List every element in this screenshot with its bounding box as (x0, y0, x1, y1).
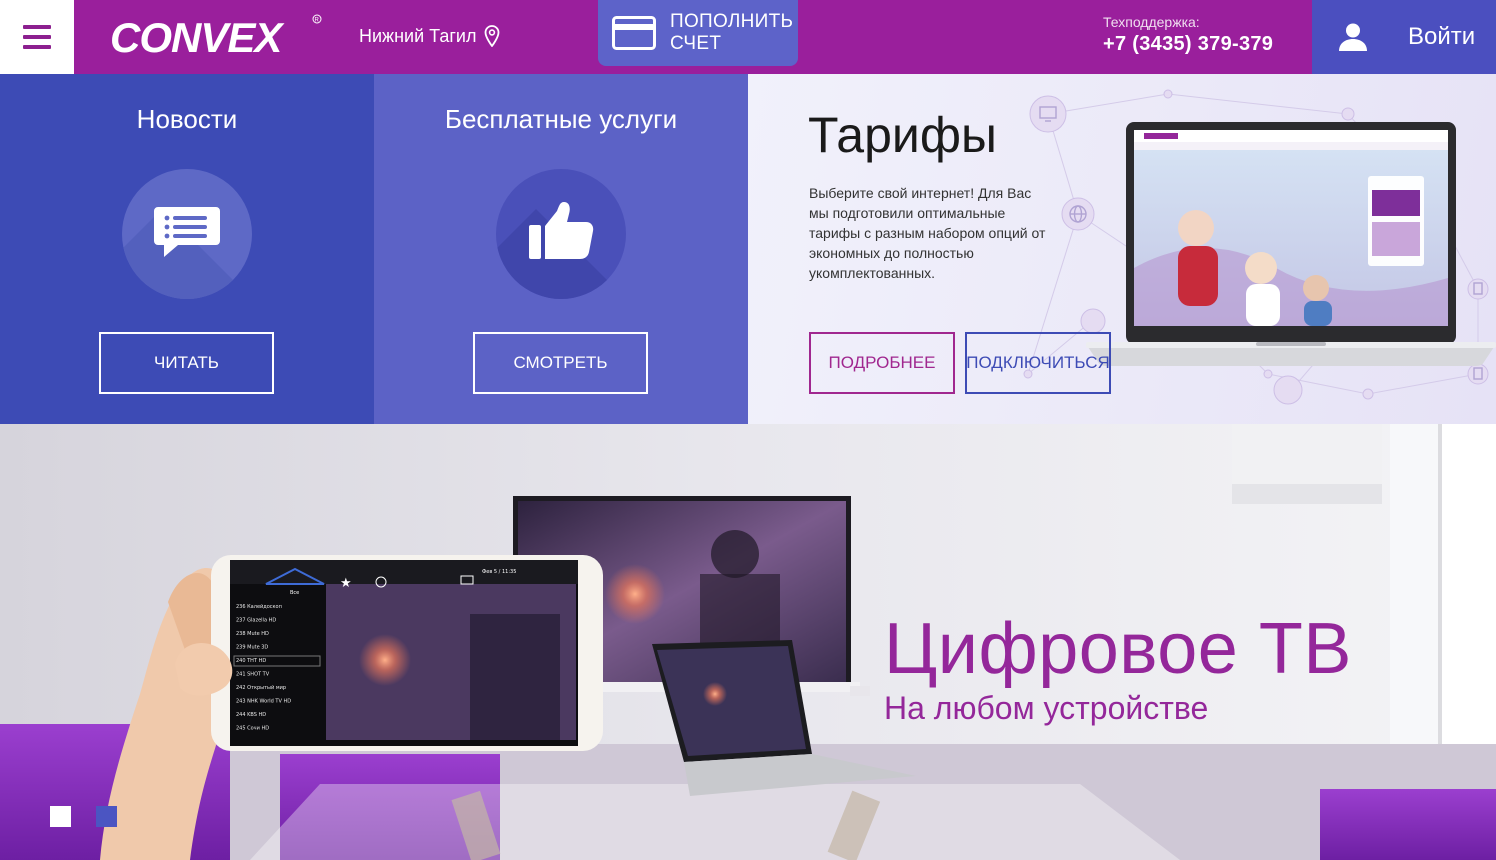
tariffs-panel: Тарифы Выберите свой интернет! Для Вас м… (748, 74, 1496, 424)
city-name: Нижний Тагил (359, 25, 477, 46)
phone-tab-all: Все (290, 590, 299, 596)
tariffs-description: Выберите свой интернет! Для Вас мы подго… (809, 185, 1046, 281)
hero-title: Цифровое ТВ (884, 609, 1352, 689)
credit-card-icon (612, 16, 656, 50)
free-services-panel: Бесплатные услуги СМОТРЕТЬ (374, 74, 748, 424)
phone-channel-item: 236 Калейдоскоп (236, 603, 282, 610)
phone-channel-item: 243 NHK World TV HD (236, 699, 291, 705)
support-phone-link[interactable]: +7 (3435) 379-379 (1103, 33, 1273, 56)
read-news-button[interactable]: ЧИТАТЬ (99, 332, 274, 394)
free-services-title: Бесплатные услуги (444, 104, 678, 134)
slider-dot-2[interactable] (96, 806, 117, 827)
free-services-icon-circle (496, 169, 626, 299)
menu-icon-bar (23, 45, 51, 49)
hamburger-menu-button[interactable] (0, 0, 74, 74)
chat-message-icon (154, 207, 220, 257)
watch-free-services-button[interactable]: СМОТРЕТЬ (473, 332, 648, 394)
phone-channel-item: 242 Открытый мир (236, 684, 286, 691)
phone-channel-item: 239 Mute 3D (236, 645, 268, 651)
svg-text:★: ★ (340, 576, 352, 591)
laptop-illustration (1086, 122, 1496, 366)
news-title: Новости (136, 104, 238, 134)
logo-text: CONVEX (110, 14, 285, 60)
slider-dot-1[interactable] (50, 806, 71, 827)
convex-logo[interactable]: CONVEX R (110, 14, 325, 60)
user-icon (1339, 23, 1367, 51)
phone-channel-item: 237 Glazella HD (236, 618, 276, 624)
digital-tv-slide: ★ 236 Калейдоскоп 237 Glazella HD 238 Mute… (0, 424, 1496, 860)
tariffs-title: Тарифы (808, 107, 997, 163)
svg-text:R: R (315, 18, 320, 24)
city-selector[interactable]: Нижний Тагил (359, 24, 500, 48)
phone-channel-item: 240 ТНТ HD (236, 658, 266, 664)
tariffs-connect-button[interactable]: ПОДКЛЮЧИТЬСЯ (965, 332, 1111, 394)
support-block: Техподдержка: +7 (3435) 379-379 (1103, 14, 1273, 56)
support-label: Техподдержка: (1103, 14, 1200, 30)
menu-icon-bar (23, 25, 51, 29)
login-label: Войти (1408, 23, 1476, 50)
news-icon-circle (122, 169, 252, 299)
menu-icon-bar (23, 35, 51, 39)
hero-subtitle: На любом устройстве (884, 690, 1209, 726)
phone-time: Фев 5 / 11:35 (482, 569, 516, 575)
site-header: CONVEX R Нижний Тагил ПОПОЛНИТЬ СЧЕТ Тех… (0, 0, 1496, 74)
phone-channel-item: 244 KBS HD (236, 712, 266, 718)
phone-channel-item: 238 Mute HD (236, 631, 269, 637)
tariffs-more-button[interactable]: ПОДРОБНЕЕ (809, 332, 955, 394)
location-pin-icon (485, 25, 500, 47)
topup-label-line1: ПОПОЛНИТЬ (670, 11, 794, 32)
login-button[interactable]: Войти (1312, 0, 1496, 74)
topup-account-button[interactable]: ПОПОЛНИТЬ СЧЕТ (598, 0, 798, 66)
phone-channel-item: 245 Сочи HD (236, 726, 269, 732)
thumbs-up-icon (529, 202, 594, 259)
news-panel: Новости ЧИТАТЬ (0, 74, 374, 424)
topup-label-line2: СЧЕТ (670, 33, 722, 54)
phone-channel-item: 241 SHOT TV (236, 672, 270, 678)
